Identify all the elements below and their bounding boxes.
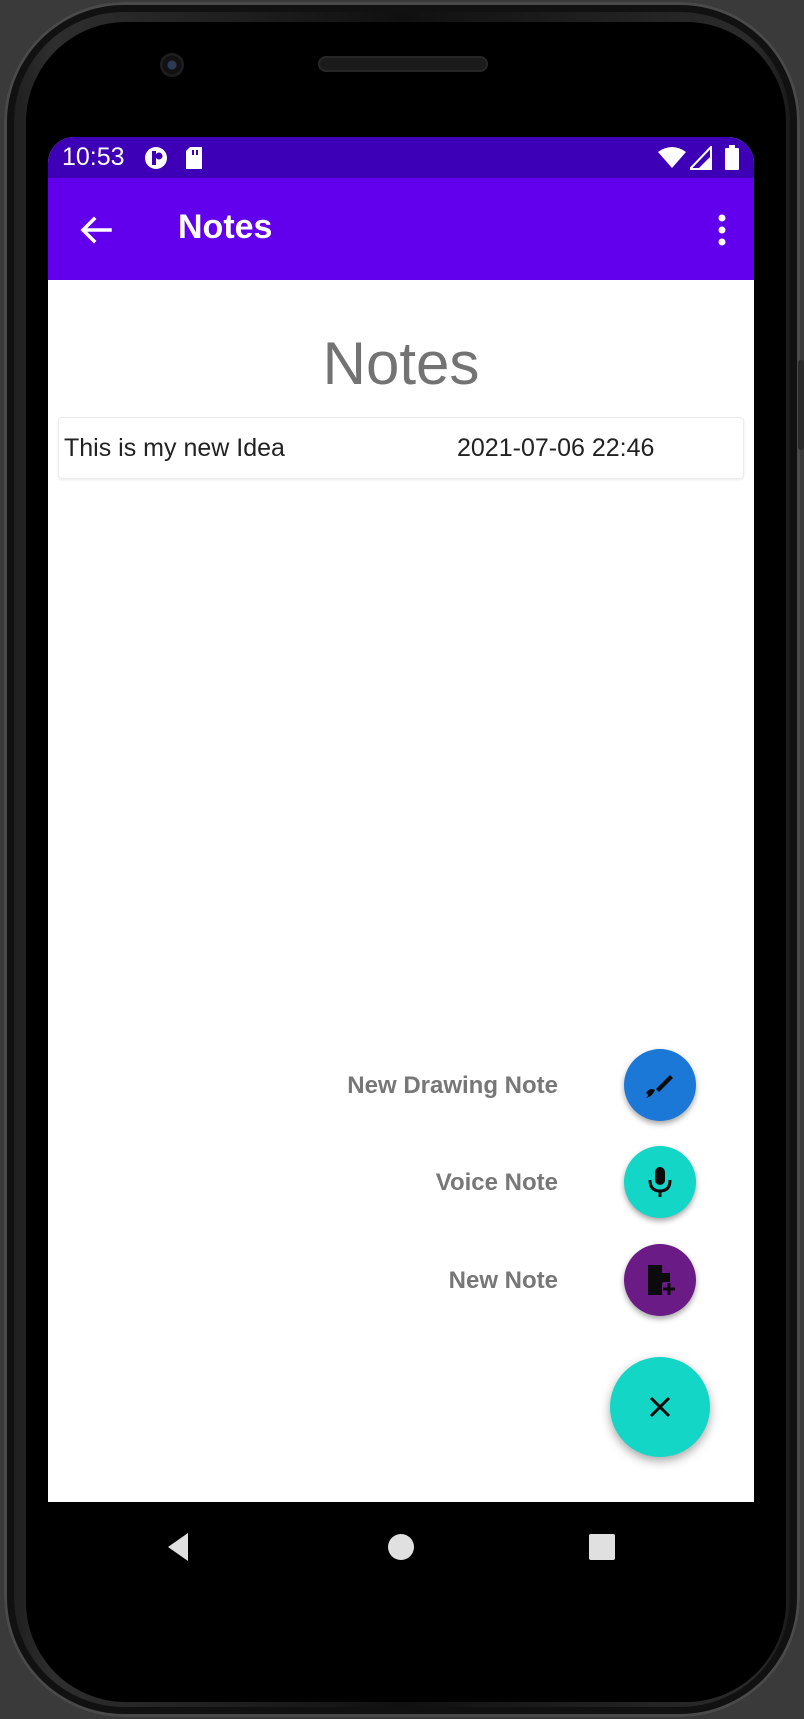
new-note-label[interactable]: New Note (449, 1267, 558, 1295)
note-add-icon (648, 1265, 676, 1296)
note-title: This is my new Idea (64, 434, 285, 462)
wifi-icon (658, 146, 686, 174)
brush-icon (646, 1075, 673, 1098)
new-drawing-note-label[interactable]: New Drawing Note (347, 1072, 558, 1100)
front-camera (160, 53, 184, 77)
microphone-icon (648, 1167, 672, 1197)
note-list-item[interactable]: This is my new Idea 2021-07-06 22:46 (58, 417, 744, 479)
voice-note-label[interactable]: Voice Note (436, 1169, 558, 1197)
app-bar: Notes (48, 178, 754, 280)
voice-note-button[interactable] (624, 1146, 696, 1218)
new-note-button[interactable] (624, 1244, 696, 1316)
fab-main-button[interactable] (610, 1357, 710, 1457)
note-date: 2021-07-06 22:46 (457, 434, 655, 462)
signal-icon (687, 144, 712, 174)
phone-screen: 10:53 Notes Notes This is my new Idea 20… (48, 137, 754, 1502)
system-nav-bar (48, 1502, 754, 1592)
new-drawing-note-button[interactable] (624, 1049, 696, 1121)
status-time: 10:53 (62, 143, 125, 171)
status-bar: 10:53 (48, 137, 754, 178)
earpiece-speaker (318, 56, 488, 72)
arrow-back-icon[interactable] (78, 212, 114, 248)
sd-card-icon (184, 146, 204, 174)
app-bar-title: Notes (178, 208, 273, 246)
page-heading: Notes (322, 330, 480, 397)
more-vert-icon[interactable] (708, 212, 736, 248)
back-triangle-icon[interactable] (162, 1529, 198, 1565)
close-icon (649, 1396, 671, 1418)
app-notification-icon (144, 146, 170, 174)
recents-square-icon[interactable] (584, 1529, 620, 1565)
volume-button (798, 360, 804, 450)
battery-icon (724, 145, 740, 175)
home-circle-icon[interactable] (383, 1529, 419, 1565)
